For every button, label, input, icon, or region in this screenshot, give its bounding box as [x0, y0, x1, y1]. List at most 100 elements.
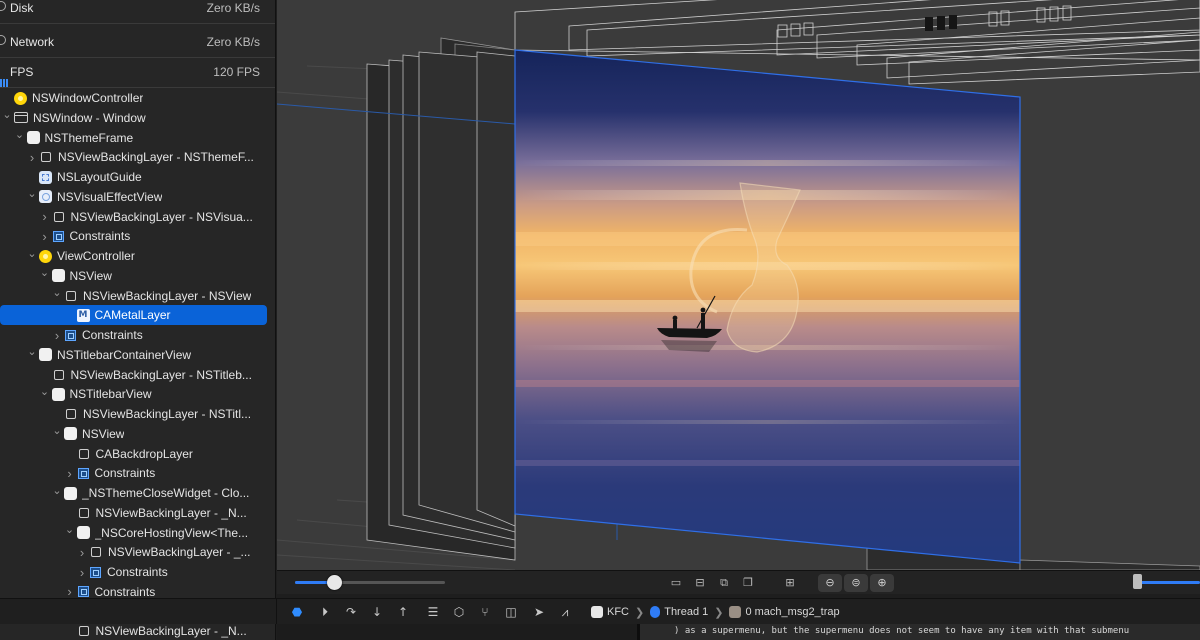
orientation-icon[interactable]: ⊞: [783, 576, 797, 590]
simulate-location-icon[interactable]: ➤: [531, 604, 547, 620]
tree-row[interactable]: › Constraints: [0, 562, 275, 582]
tree-row-label: NSWindowController: [32, 91, 144, 105]
show-layers-icon[interactable]: ⧉: [717, 576, 731, 590]
tree-row-label: NSVisualEffectView: [57, 189, 163, 204]
layer-icon: [78, 507, 89, 518]
breadcrumb-thread[interactable]: Thread 1: [664, 606, 708, 618]
continue-icon[interactable]: ⏵: [317, 604, 333, 620]
layout-guide-icon: [39, 170, 52, 184]
tree-row-label: NSViewBackingLayer - NSVisua...: [70, 209, 253, 224]
breakpoints-icon[interactable]: ⬣: [289, 604, 305, 620]
tree-row[interactable]: ⌄ NSThemeFrame: [0, 125, 275, 148]
layer-stack[interactable]: [277, 0, 1200, 570]
disk-gauge[interactable]: Disk Zero KB/s: [0, 0, 275, 24]
tree-row[interactable]: › Constraints: [0, 226, 275, 246]
clip-icon[interactable]: ⊟: [693, 576, 707, 590]
debug-view-hierarchy-icon[interactable]: ☰: [425, 604, 441, 620]
tree-row-label: NSViewBackingLayer - _...: [108, 545, 251, 560]
frame-icon: [729, 606, 742, 618]
chevron-right-icon[interactable]: ›: [77, 562, 87, 582]
layer-icon: [53, 369, 64, 380]
zoom-in-icon[interactable]: ⊕: [870, 574, 894, 592]
chevron-down-icon[interactable]: ⌄: [27, 184, 37, 204]
step-over-icon[interactable]: ↷: [343, 604, 359, 620]
tree-row[interactable]: NSLayoutGuide: [0, 167, 275, 187]
memory-graph-icon[interactable]: ⬡: [451, 604, 467, 620]
tree-row[interactable]: › NSViewBackingLayer - NSThemeF...: [0, 147, 275, 167]
chevron-right-icon[interactable]: ›: [65, 463, 75, 483]
tree-row[interactable]: ⌄ NSWindow - Window: [0, 105, 275, 128]
navigator-filter-bar: [0, 598, 277, 624]
app-icon: [591, 606, 603, 618]
tree-row[interactable]: NSViewBackingLayer - _N...: [0, 621, 275, 640]
breadcrumb-frame[interactable]: 0 mach_msg2_trap: [745, 606, 839, 618]
tree-row[interactable]: NSViewBackingLayer - NSTitl...: [0, 404, 275, 424]
tree-row[interactable]: ⌄ _NSThemeCloseWidget - Clo...: [0, 480, 275, 503]
breadcrumb-app[interactable]: KFC: [607, 606, 629, 618]
view-icon: [64, 486, 77, 500]
show-hidden-icon[interactable]: ❐: [741, 576, 755, 590]
chevron-down-icon[interactable]: ⌄: [52, 480, 62, 500]
tree-row[interactable]: ⌄ NSView: [0, 263, 275, 286]
chevron-down-icon[interactable]: ⌄: [2, 105, 12, 125]
gauge-value: Zero KB/s: [206, 1, 260, 15]
step-into-icon[interactable]: ↓: [369, 604, 385, 620]
chevron-right-icon[interactable]: ›: [40, 207, 50, 227]
frame-icon[interactable]: ▭: [669, 576, 683, 590]
view-debugger-canvas[interactable]: [277, 0, 1200, 570]
chevron-down-icon[interactable]: ⌄: [15, 125, 25, 145]
chevron-right-icon[interactable]: ›: [27, 147, 37, 167]
range-slider-knob[interactable]: [1133, 574, 1142, 589]
tree-row[interactable]: NSWindowController: [0, 88, 275, 108]
tree-row[interactable]: CABackdropLayer: [0, 444, 275, 464]
tree-row[interactable]: M CAMetalLayer: [0, 305, 267, 326]
fps-gauge[interactable]: FPS 120 FPS: [0, 60, 275, 88]
chevron-down-icon[interactable]: ⌄: [65, 520, 75, 540]
zoom-out-icon[interactable]: ⊖: [818, 574, 842, 592]
tree-row[interactable]: ⌄ _NSCoreHostingView<The...: [0, 520, 275, 543]
step-out-icon[interactable]: ↑: [395, 604, 411, 620]
gpu-frame-icon[interactable]: ⩘: [557, 604, 573, 620]
tree-row-label: NSViewBackingLayer - NSTitleb...: [70, 367, 252, 382]
metal-capture-icon[interactable]: ◫: [503, 604, 519, 620]
tree-row[interactable]: › Constraints: [0, 463, 275, 483]
chevron-right-icon[interactable]: ›: [40, 226, 50, 246]
chevron-down-icon[interactable]: ⌄: [27, 243, 37, 263]
chevron-down-icon[interactable]: ⌄: [40, 381, 50, 401]
chevron-down-icon[interactable]: ⌄: [52, 283, 62, 303]
chevron-right-icon[interactable]: ›: [52, 325, 62, 345]
tree-row[interactable]: › NSViewBackingLayer - NSVisua...: [0, 207, 275, 227]
spacing-slider-knob[interactable]: [327, 575, 342, 590]
tree-row[interactable]: › Constraints: [0, 325, 275, 345]
console-output[interactable]: ) as a supermenu, but the supermenu does…: [640, 624, 1200, 640]
thread-icon: [650, 606, 661, 618]
chevron-down-icon[interactable]: ⌄: [27, 342, 37, 362]
range-slider-track[interactable]: [1133, 581, 1200, 584]
chevron-down-icon[interactable]: ⌄: [40, 263, 50, 283]
environment-icon[interactable]: ⑂: [477, 604, 493, 620]
tree-row[interactable]: ⌄ NSView: [0, 421, 275, 444]
visual-effect-icon: [39, 190, 52, 204]
variables-view[interactable]: [277, 624, 640, 640]
view-controller-icon: [14, 91, 27, 105]
chevron-right-icon[interactable]: ›: [77, 542, 87, 562]
zoom-reset-icon[interactable]: ⊜: [844, 574, 868, 592]
tree-row[interactable]: ⌄ NSTitlebarView: [0, 381, 275, 404]
window-widget-buttons[interactable]: [777, 5, 1072, 38]
tree-row-label: Constraints: [69, 229, 131, 244]
gauge-icon: [0, 1, 6, 11]
tree-row[interactable]: ⌄ NSVisualEffectView: [0, 184, 275, 207]
network-gauge[interactable]: Network Zero KB/s: [0, 30, 275, 58]
tree-row[interactable]: ⌄ NSTitlebarContainerView: [0, 342, 275, 365]
zoom-controls: ⊖ ⊜ ⊕: [818, 574, 896, 592]
constraints-icon: [65, 329, 76, 341]
cametallayer-plane[interactable]: [514, 49, 1021, 564]
tree-row[interactable]: NSViewBackingLayer - _N...: [0, 503, 275, 523]
chevron-down-icon[interactable]: ⌄: [52, 421, 62, 441]
constraints-icon: [52, 230, 64, 242]
constraints-icon: [77, 586, 89, 598]
tree-row[interactable]: › NSViewBackingLayer - _...: [0, 542, 275, 562]
tree-row[interactable]: ⌄ NSViewBackingLayer - NSView: [0, 283, 275, 306]
